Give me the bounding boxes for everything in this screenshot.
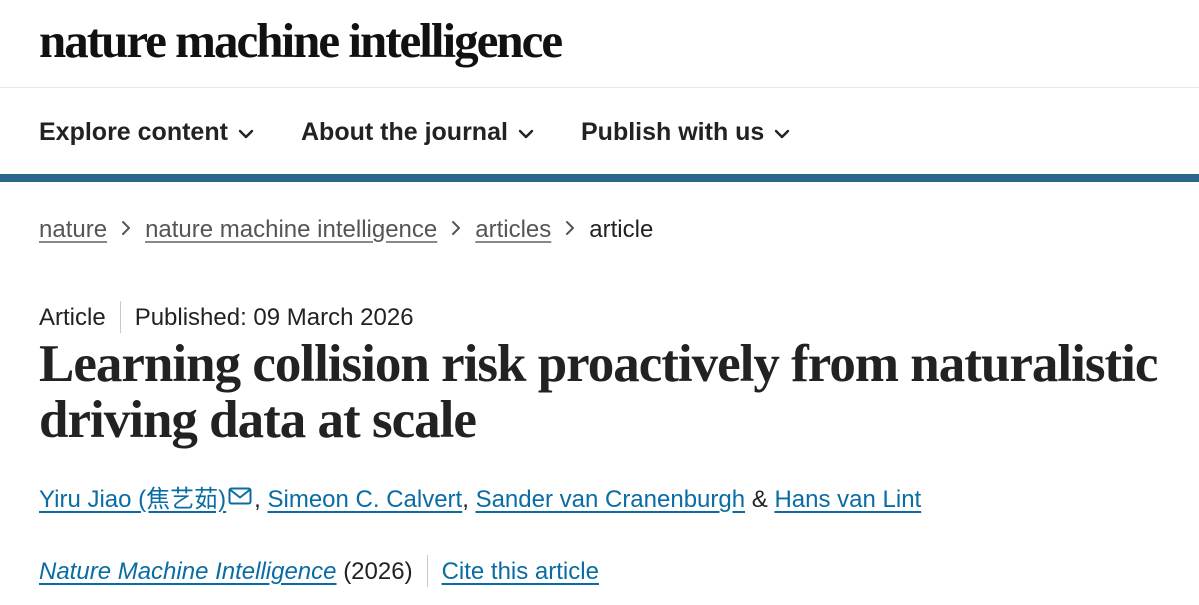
author-link[interactable]: Simeon C. Calvert [267,486,462,513]
nav-explore-content[interactable]: Explore content [39,116,254,148]
meta-divider [426,554,428,587]
author-link[interactable]: Yiru Jiao (焦艺茹) [39,486,226,513]
breadcrumb-link-articles[interactable]: articles [475,216,551,243]
chevron-right-icon [565,213,575,245]
author-link[interactable]: Hans van Lint [774,486,921,513]
citation-line: Nature Machine Intelligence (2026) Cite t… [39,554,599,588]
nav-publish-with-us-label: Publish with us [581,118,765,146]
accent-divider [0,174,1199,182]
author-link[interactable]: Sander van Cranenburgh [476,486,746,513]
mail-icon[interactable] [228,482,252,514]
article-title: Learning collision risk proactively from… [39,335,1158,449]
chevron-right-icon [451,213,461,245]
chevron-down-icon [518,115,534,147]
chevron-down-icon [238,115,254,147]
journal-logo[interactable]: nature machine intelligence [39,11,563,71]
breadcrumb-link-nature[interactable]: nature [39,216,107,243]
author-separator: , [254,486,261,513]
article-meta: Article Published: 09 March 2026 [39,300,414,334]
brand-header: nature machine intelligence [0,0,1199,88]
cite-this-article-link[interactable]: Cite this article [442,558,599,585]
author-separator: , [462,486,469,513]
nav-about-the-journal[interactable]: About the journal [301,116,534,148]
article-type: Article [39,304,106,331]
publication-year: (2026) [343,558,413,585]
breadcrumb-link-journal[interactable]: nature machine intelligence [145,216,437,243]
author-separator: & [751,486,768,513]
breadcrumb-current: article [589,216,654,243]
nav-explore-content-label: Explore content [39,118,228,146]
breadcrumb: nature nature machine intelligence article… [39,214,653,246]
author-list: Yiru Jiao (焦艺茹), Simeon C. Calvert, Sand… [39,484,921,516]
nav-publish-with-us[interactable]: Publish with us [581,116,790,148]
meta-divider [119,300,121,333]
main-navigation: Explore content About the journal Publis… [0,88,1199,174]
journal-name-link[interactable]: Nature Machine Intelligence [39,558,337,585]
nav-about-the-journal-label: About the journal [301,118,508,146]
published-date: Published: 09 March 2026 [134,304,414,331]
chevron-right-icon [121,213,131,245]
chevron-down-icon [774,115,790,147]
